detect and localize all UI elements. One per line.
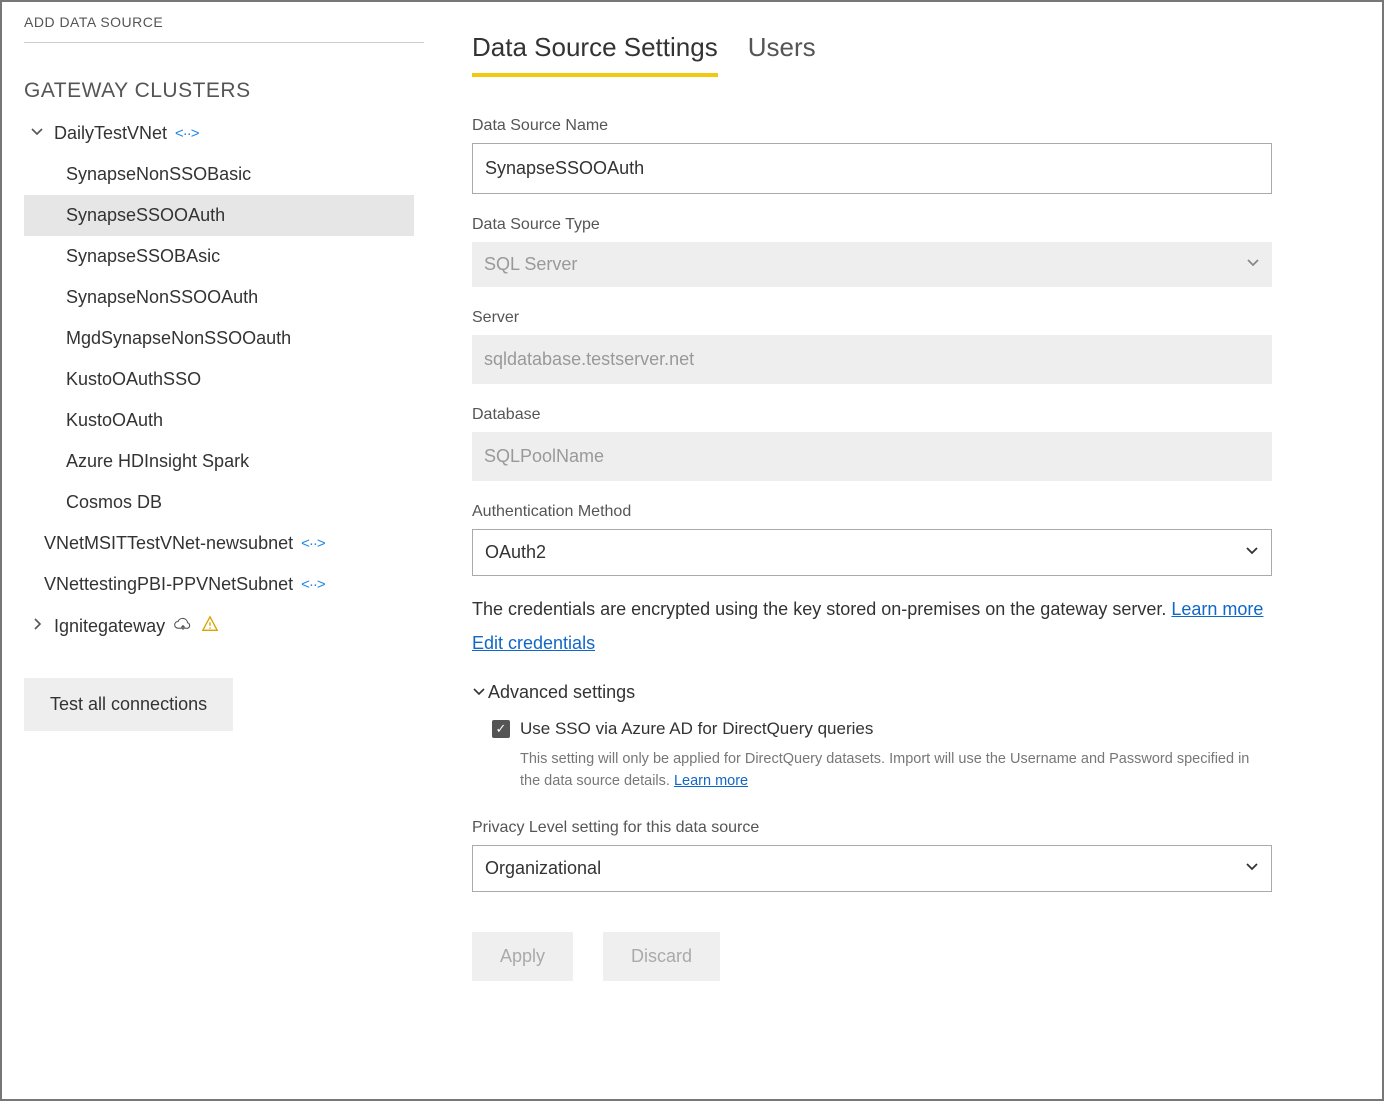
apply-button[interactable]: Apply (472, 932, 573, 981)
discard-button[interactable]: Discard (603, 932, 720, 981)
data-source-item[interactable]: Azure HDInsight Spark (24, 441, 414, 482)
data-source-item[interactable]: SynapseNonSSOOAuth (24, 277, 414, 318)
auth-method-value: OAuth2 (485, 542, 546, 563)
data-source-name-label: Data Source Name (472, 117, 1272, 135)
database-label: Database (472, 406, 1272, 424)
sso-checkbox-label: Use SSO via Azure AD for DirectQuery que… (520, 719, 873, 739)
tabs: Data Source Settings Users (472, 32, 1382, 77)
data-source-item[interactable]: Cosmos DB (24, 482, 414, 523)
chevron-down-icon (30, 124, 46, 143)
gateway-cluster-dailytestvnet[interactable]: DailyTestVNet <··> (24, 113, 414, 154)
gateway-cluster-vnetmsit[interactable]: VNetMSITTestVNet-newsubnet <··> (24, 523, 414, 564)
credentials-note: The credentials are encrypted using the … (472, 596, 1272, 623)
data-source-item[interactable]: SynapseNonSSOBasic (24, 154, 414, 195)
chevron-down-icon (1245, 859, 1259, 878)
privacy-level-label: Privacy Level setting for this data sour… (472, 819, 1272, 837)
chevron-down-icon (1246, 255, 1260, 274)
data-source-type-label: Data Source Type (472, 216, 1272, 234)
vnet-icon: <··> (301, 576, 325, 593)
sso-helper-text: This setting will only be applied for Di… (492, 749, 1252, 793)
advanced-settings-content: ✓ Use SSO via Azure AD for DirectQuery q… (472, 719, 1272, 793)
gateway-cluster-ignite[interactable]: Ignitegateway (24, 605, 414, 648)
sso-checkbox-row[interactable]: ✓ Use SSO via Azure AD for DirectQuery q… (492, 719, 1272, 739)
sidebar: ADD DATA SOURCE GATEWAY CLUSTERS DailyTe… (2, 2, 442, 1099)
data-source-item[interactable]: SynapseSSOBAsic (24, 236, 414, 277)
cluster-label: VNettestingPBI-PPVNetSubnet (44, 574, 293, 595)
chevron-down-icon (472, 682, 486, 703)
warning-icon (201, 615, 219, 638)
privacy-level-value: Organizational (485, 858, 601, 879)
tab-users[interactable]: Users (748, 32, 816, 77)
auth-method-label: Authentication Method (472, 503, 1272, 521)
database-value: SQLPoolName (472, 432, 1272, 481)
form-actions: Apply Discard (472, 932, 1272, 981)
advanced-settings-toggle[interactable]: Advanced settings (472, 682, 1272, 703)
data-source-item[interactable]: KustoOAuthSSO (24, 359, 414, 400)
data-source-type-value: SQL Server (484, 254, 577, 275)
vnet-icon: <··> (301, 535, 325, 552)
data-source-form: Data Source Name Data Source Type SQL Se… (472, 117, 1272, 981)
cluster-label: DailyTestVNet (54, 123, 167, 144)
cluster-label: VNetMSITTestVNet-newsubnet (44, 533, 293, 554)
privacy-level-select[interactable]: Organizational (472, 845, 1272, 892)
data-source-item-selected[interactable]: SynapseSSOOAuth (24, 195, 414, 236)
gateway-clusters-label: GATEWAY CLUSTERS (24, 79, 414, 103)
data-source-item[interactable]: MgdSynapseNonSSOOauth (24, 318, 414, 359)
learn-more-link[interactable]: Learn more (1171, 599, 1263, 619)
cloud-icon (173, 616, 193, 637)
checkbox-checked-icon[interactable]: ✓ (492, 720, 510, 738)
edit-credentials-link[interactable]: Edit credentials (472, 633, 595, 654)
data-source-name-input[interactable] (472, 143, 1272, 194)
add-data-source-header[interactable]: ADD DATA SOURCE (24, 10, 424, 43)
server-label: Server (472, 309, 1272, 327)
cluster-label: Ignitegateway (54, 616, 165, 637)
chevron-down-icon (1245, 543, 1259, 562)
main-panel: Data Source Settings Users Data Source N… (442, 2, 1382, 1099)
data-source-type-select: SQL Server (472, 242, 1272, 287)
gateway-cluster-vnettesting[interactable]: VNettestingPBI-PPVNetSubnet <··> (24, 564, 414, 605)
vnet-icon: <··> (175, 125, 199, 142)
test-all-connections-button[interactable]: Test all connections (24, 678, 233, 731)
learn-more-link[interactable]: Learn more (674, 773, 748, 789)
chevron-right-icon (30, 617, 46, 636)
data-source-item[interactable]: KustoOAuth (24, 400, 414, 441)
server-value: sqldatabase.testserver.net (472, 335, 1272, 384)
auth-method-select[interactable]: OAuth2 (472, 529, 1272, 576)
tab-data-source-settings[interactable]: Data Source Settings (472, 32, 718, 77)
